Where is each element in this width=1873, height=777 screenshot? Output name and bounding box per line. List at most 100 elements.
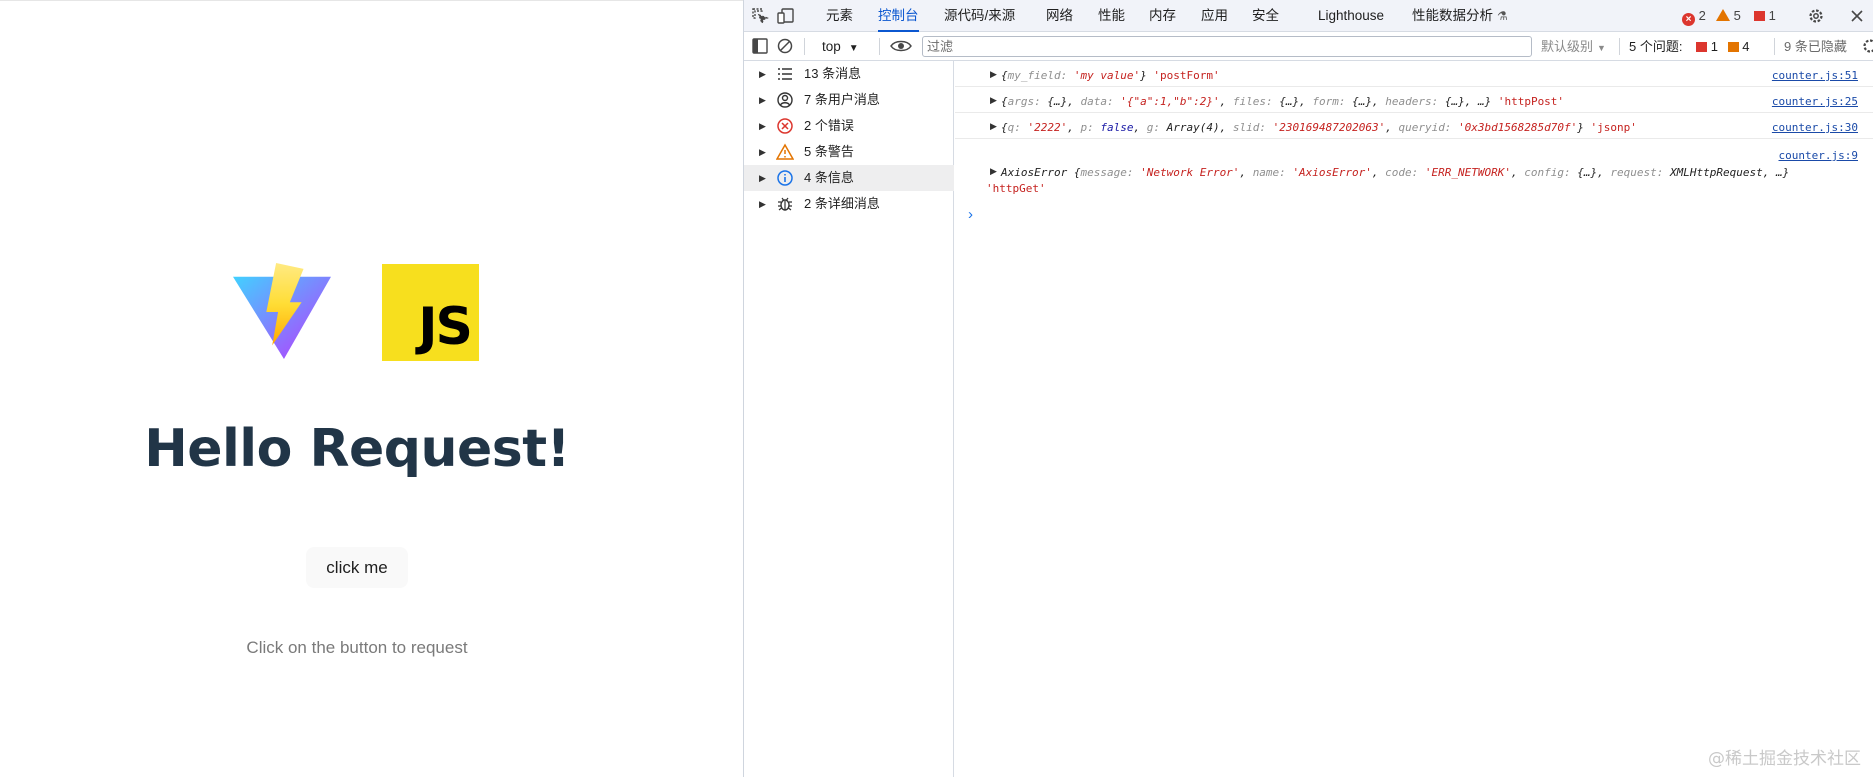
sidebar-item-label: 2 条详细消息 (804, 196, 880, 211)
warning-triangle-icon (776, 143, 794, 160)
console-message[interactable]: counter.js:9 ▶ AxiosError {message: 'Net… (955, 139, 1873, 195)
error-circle-icon (777, 118, 793, 134)
warning-count: 5 (1733, 8, 1741, 23)
devtools-panel: 元素 控制台 源代码/来源 网络 性能 内存 应用 安全 Lighthouse … (743, 0, 1873, 777)
devtools-tabbar: 元素 控制台 源代码/来源 网络 性能 内存 应用 安全 Lighthouse … (744, 0, 1873, 32)
issues-label: 5 个问题: (1629, 39, 1683, 54)
sidebar-item-label: 13 条消息 (804, 66, 862, 81)
gear-icon[interactable] (1807, 7, 1825, 25)
context-value: top (822, 39, 841, 54)
chevron-down-icon: ▼ (1597, 43, 1606, 53)
sidebar-item-verbose[interactable]: ▶ 2 条详细消息 (744, 191, 954, 217)
message-body: {args: {…}, data: '{"a":1,"b":2}', files… (1001, 95, 1565, 108)
warning-icon (1716, 9, 1730, 21)
hint-text: Click on the button to request (246, 638, 468, 657)
message-tag: 'httpGet' (986, 182, 1046, 195)
click-me-button[interactable]: click me (306, 547, 408, 588)
source-link[interactable]: counter.js:9 (1779, 149, 1858, 162)
watermark: @稀土掘金技术社区 (1708, 749, 1861, 769)
js-logo-text: JS (418, 297, 473, 357)
toolbar-divider (1774, 38, 1775, 55)
issue-flag-icon (1696, 42, 1708, 52)
user-icon (777, 92, 793, 108)
message-body: {my_field: 'my value'} 'postForm' (1001, 69, 1220, 82)
tab-performance-insights-label: 性能数据分析 (1412, 8, 1493, 23)
info-icon (777, 170, 793, 186)
console-message[interactable]: ▶ {my_field: 'my value'} 'postForm' coun… (955, 61, 1873, 87)
issues-button[interactable]: 5 个问题: 1 4 (1629, 36, 1749, 58)
chevron-down-icon: ▼ (848, 43, 859, 54)
bug-icon (778, 197, 792, 211)
tab-performance-insights[interactable]: 性能数据分析 ⚗ (1412, 0, 1508, 32)
toolbar-divider (804, 38, 805, 55)
expand-arrow-icon: ▶ (759, 147, 766, 157)
sidebar-item-user-messages[interactable]: ▶ 7 条用户消息 (744, 87, 954, 113)
tab-application[interactable]: 应用 (1201, 0, 1228, 32)
issue-count-badge[interactable]: 1 (1754, 0, 1776, 32)
expand-arrow-icon[interactable]: ▶ (990, 121, 997, 132)
expand-arrow-icon[interactable]: ▶ (990, 95, 997, 106)
issue-flag-icon (1754, 11, 1765, 21)
device-toolbar-icon[interactable] (777, 7, 795, 25)
vite-logo (233, 263, 331, 360)
source-link[interactable]: counter.js:51 (1772, 69, 1858, 82)
expand-arrow-icon: ▶ (759, 199, 766, 209)
close-icon[interactable] (1848, 7, 1866, 25)
error-count-badge[interactable]: × 2 (1682, 0, 1706, 32)
experiment-flask-icon: ⚗ (1497, 9, 1508, 23)
context-select[interactable]: top ▼ (822, 36, 859, 58)
clear-console-icon[interactable] (776, 37, 794, 55)
tab-console[interactable]: 控制台 (878, 0, 919, 32)
tab-lighthouse[interactable]: Lighthouse (1318, 0, 1384, 32)
sidebar-item-warnings[interactable]: ▶ 5 条警告 (744, 139, 954, 165)
tab-performance[interactable]: 性能 (1098, 0, 1125, 32)
tab-network[interactable]: 网络 (1046, 0, 1073, 32)
javascript-logo: JS (382, 264, 479, 361)
inspect-element-icon[interactable] (751, 7, 769, 25)
expand-arrow-icon: ▶ (759, 95, 766, 105)
sidebar-item-label: 7 条用户消息 (804, 92, 880, 107)
issues-orange-count: 4 (1742, 39, 1750, 54)
sidebar-toggle-icon[interactable] (751, 37, 769, 55)
app-pane: JS Hello Request! click me Click on the … (0, 0, 743, 777)
error-icon: × (1682, 13, 1695, 26)
console-messages: ▶ {my_field: 'my value'} 'postForm' coun… (955, 61, 1873, 777)
console-toolbar: top▼ 默认级别▼ 5 个问题: 1 4 9 条已隐藏 (744, 32, 1873, 61)
sidebar-item-messages[interactable]: ▶ 13 条消息 (744, 61, 954, 87)
message-body: {q: '2222', p: false, g: Array(4), slid:… (1001, 121, 1637, 134)
expand-arrow-icon: ▶ (759, 173, 766, 183)
log-levels-value: 默认级别 (1541, 39, 1594, 54)
list-icon (778, 68, 792, 80)
console-message[interactable]: ▶ {q: '2222', p: false, g: Array(4), sli… (955, 113, 1873, 139)
filter-input[interactable] (922, 36, 1532, 57)
issues-red-count: 1 (1710, 39, 1718, 54)
error-count: 2 (1698, 8, 1706, 23)
warning-count-badge[interactable]: 5 (1716, 0, 1741, 32)
issue-flag-orange-icon (1727, 42, 1739, 52)
issue-count: 1 (1768, 8, 1776, 23)
tab-elements[interactable]: 元素 (826, 0, 853, 32)
source-link[interactable]: counter.js:25 (1772, 95, 1858, 108)
console-message[interactable]: ▶ {args: {…}, data: '{"a":1,"b":2}', fil… (955, 87, 1873, 113)
console-sidebar: ▶ 13 条消息 ▶ 7 条用户消息 ▶ 2 个错误 ▶ 5 条警告 ▶ 4 条… (744, 61, 954, 777)
console-settings-gear-icon[interactable] (1861, 37, 1873, 55)
expand-arrow-icon[interactable]: ▶ (990, 69, 997, 80)
expand-arrow-icon: ▶ (759, 69, 766, 79)
message-body: AxiosError {message: 'Network Error', na… (1001, 166, 1790, 179)
tab-memory[interactable]: 内存 (1149, 0, 1176, 32)
sidebar-item-label: 2 个错误 (804, 118, 854, 133)
toolbar-divider (879, 38, 880, 55)
hidden-messages-count: 9 条已隐藏 (1784, 39, 1847, 54)
log-levels-select[interactable]: 默认级别 ▼ (1541, 36, 1606, 58)
page-title: Hello Request! (144, 419, 570, 479)
tab-sources[interactable]: 源代码/来源 (944, 0, 1015, 32)
console-prompt-chevron-icon[interactable]: › (968, 206, 973, 223)
eye-icon[interactable] (890, 37, 912, 55)
sidebar-item-label: 4 条信息 (804, 170, 854, 185)
sidebar-item-info[interactable]: ▶ 4 条信息 (744, 165, 954, 191)
tab-security[interactable]: 安全 (1252, 0, 1279, 32)
source-link[interactable]: counter.js:30 (1772, 121, 1858, 134)
sidebar-item-errors[interactable]: ▶ 2 个错误 (744, 113, 954, 139)
expand-arrow-icon[interactable]: ▶ (990, 166, 997, 177)
sidebar-item-label: 5 条警告 (804, 144, 854, 159)
